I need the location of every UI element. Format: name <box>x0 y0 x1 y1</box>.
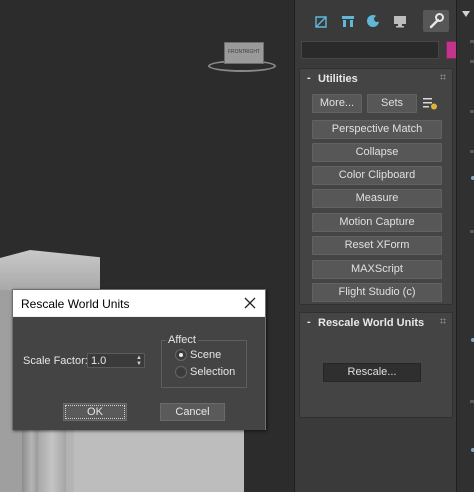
more-button[interactable]: More... <box>312 94 362 113</box>
rescale-rollout-title: Rescale World Units <box>318 317 425 329</box>
collapse-button[interactable]: Collapse <box>312 143 442 162</box>
perspective-match-button[interactable]: Perspective Match <box>312 120 442 139</box>
configure-button-sets-icon <box>423 98 437 110</box>
collapse-icon: - <box>307 316 311 328</box>
grip-icon[interactable] <box>440 318 446 324</box>
grip-icon[interactable] <box>440 74 446 80</box>
cancel-button[interactable]: Cancel <box>160 403 225 421</box>
scene-radio[interactable] <box>175 349 187 361</box>
rescale-button[interactable]: Rescale... <box>323 363 421 382</box>
dialog-title: Rescale World Units <box>21 297 130 311</box>
rescale-world-units-rollout: - Rescale World Units Rescale... <box>299 312 453 418</box>
collapse-icon: - <box>307 72 311 84</box>
strip-marker <box>470 230 474 233</box>
tab-create[interactable] <box>309 10 335 32</box>
close-icon <box>244 297 256 309</box>
spinner-arrows-icon[interactable]: ▲ ▼ <box>136 355 142 367</box>
dropdown-arrow-icon[interactable] <box>461 10 471 18</box>
selection-radio[interactable] <box>175 366 187 378</box>
viewcube[interactable]: FRONT RIGHT <box>208 38 276 74</box>
command-panel-tabs <box>295 6 457 36</box>
selection-radio-label[interactable]: Selection <box>190 366 235 378</box>
display-icon <box>394 16 406 28</box>
strip-marker <box>470 110 474 113</box>
tab-display[interactable] <box>387 10 413 32</box>
object-top-face <box>0 250 100 290</box>
viewcube-box[interactable]: FRONT RIGHT <box>224 42 264 64</box>
ok-button[interactable]: OK <box>63 403 127 421</box>
strip-marker <box>470 40 474 43</box>
utilities-rollout: - Utilities More... Sets Perspective Mat… <box>299 68 453 305</box>
tab-hierarchy[interactable] <box>361 10 387 32</box>
create-icon <box>315 16 327 28</box>
utilities-rollout-header[interactable]: - Utilities <box>300 69 452 89</box>
tab-modify[interactable] <box>335 10 361 32</box>
rescale-rollout-header[interactable]: - Rescale World Units <box>300 313 452 333</box>
viewcube-right-label: RIGHT <box>244 49 260 55</box>
strip-marker <box>470 400 474 403</box>
object-name-field[interactable] <box>301 41 439 59</box>
utilities-icon <box>429 13 444 29</box>
configure-sets-button[interactable] <box>420 94 440 113</box>
strip-marker <box>470 60 474 63</box>
command-panel: - Utilities More... Sets Perspective Mat… <box>294 0 460 492</box>
viewcube-front-label: FRONT <box>228 49 246 55</box>
sets-button[interactable]: Sets <box>367 94 417 113</box>
scene-radio-label[interactable]: Scene <box>190 349 221 361</box>
maxscript-button[interactable]: MAXScript <box>312 260 442 279</box>
scale-factor-spinner[interactable]: 1.0 ▲ ▼ <box>87 353 145 368</box>
affect-group <box>161 340 247 388</box>
reset-xform-button[interactable]: Reset XForm <box>312 236 442 255</box>
rescale-world-units-dialog: Rescale World Units Scale Factor: 1.0 ▲ ▼… <box>12 289 266 430</box>
flight-studio-button[interactable]: Flight Studio (c) <box>312 283 442 302</box>
dialog-titlebar[interactable]: Rescale World Units <box>13 290 265 316</box>
tab-utilities[interactable] <box>423 10 449 32</box>
affect-group-label: Affect <box>166 334 198 346</box>
close-button[interactable] <box>235 290 265 316</box>
scale-factor-value[interactable]: 1.0 <box>91 355 106 367</box>
motion-capture-button[interactable]: Motion Capture <box>312 213 442 232</box>
dialog-body: Scale Factor: 1.0 ▲ ▼ Affect Scene Select… <box>13 317 265 430</box>
scale-factor-label: Scale Factor: <box>23 355 88 367</box>
modify-icon <box>342 16 354 27</box>
utilities-rollout-title: Utilities <box>318 73 358 85</box>
measure-button[interactable]: Measure <box>312 189 442 208</box>
color-clipboard-button[interactable]: Color Clipboard <box>312 166 442 185</box>
hierarchy-icon <box>367 15 380 27</box>
strip-marker <box>470 150 474 153</box>
side-scroll-strip[interactable] <box>456 0 474 492</box>
object-lower-face <box>74 424 244 492</box>
